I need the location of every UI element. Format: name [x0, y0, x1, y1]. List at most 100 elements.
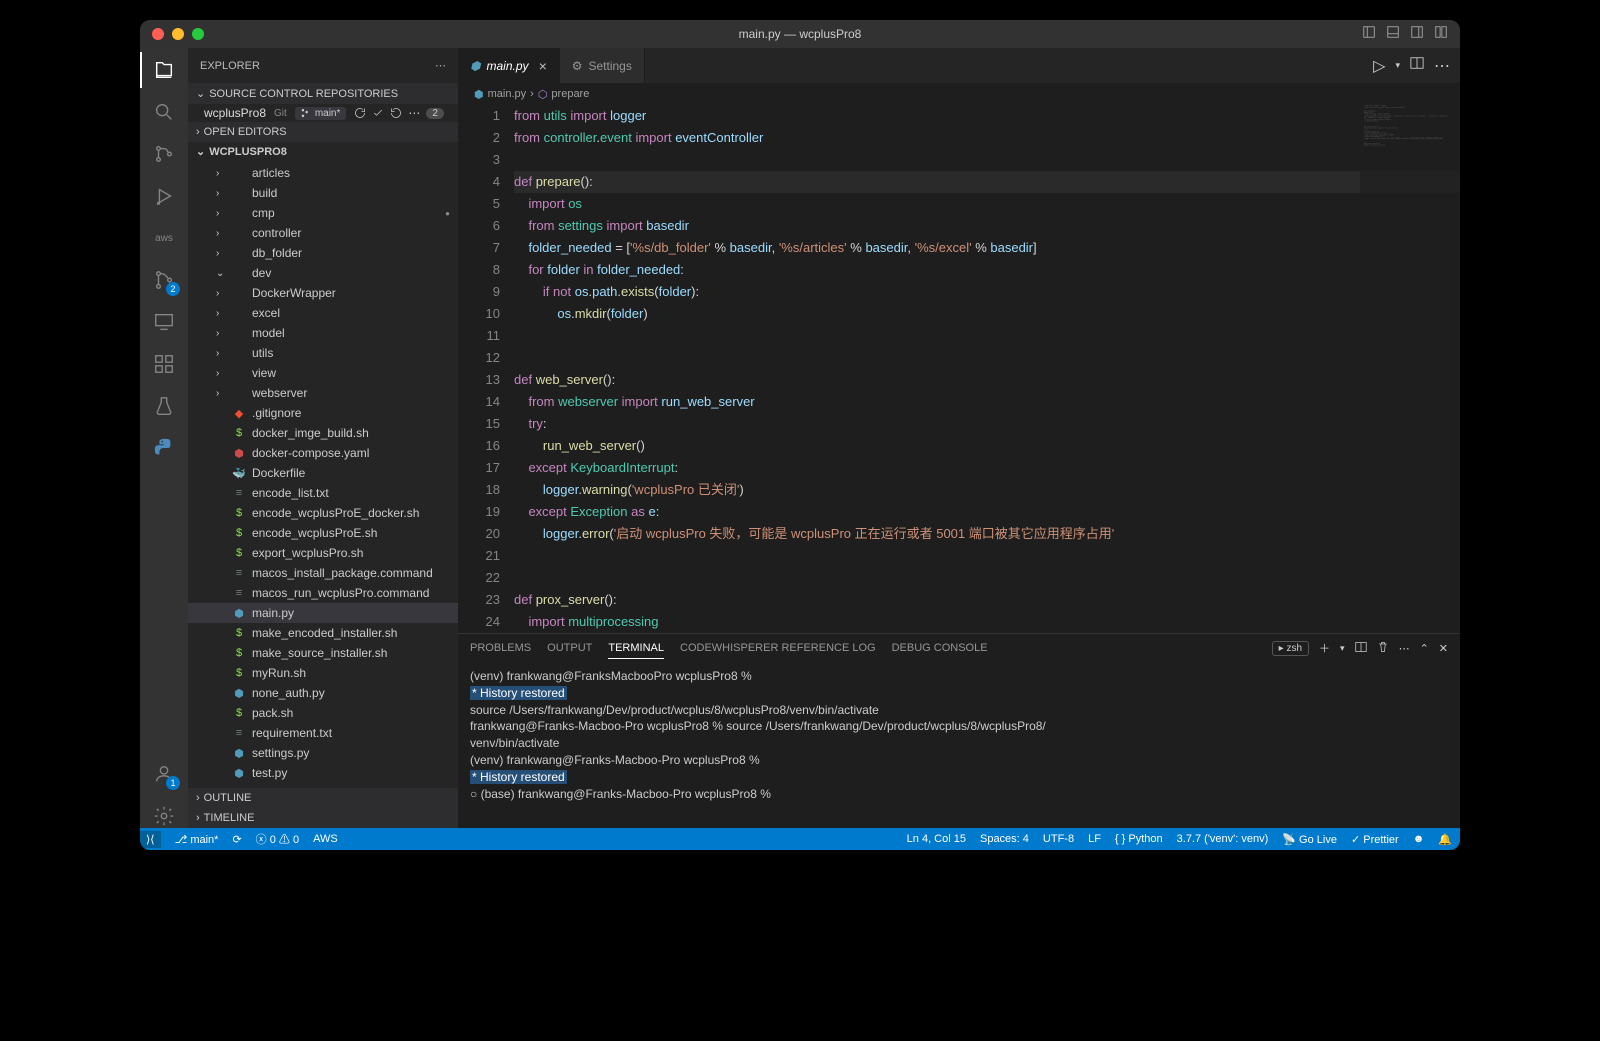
settings-gear-icon[interactable] [152, 804, 176, 828]
scm-branch-icon[interactable]: 2 [152, 268, 176, 292]
tree-item-make_source_installer-sh[interactable]: $make_source_installer.sh [188, 643, 458, 663]
aws-icon[interactable]: aws [152, 226, 176, 250]
tree-item-dev[interactable]: ⌄dev [188, 263, 458, 283]
tab-settings[interactable]: ⚙Settings [560, 48, 645, 83]
testing-icon[interactable] [152, 394, 176, 418]
extensions-icon[interactable] [152, 352, 176, 376]
open-editors-section[interactable]: › OPEN EDITORS [188, 122, 458, 142]
run-dropdown-icon[interactable]: ▾ [1395, 60, 1400, 71]
tree-item-make_encoded_installer-sh[interactable]: $make_encoded_installer.sh [188, 623, 458, 643]
panel-left-icon[interactable] [1362, 25, 1376, 44]
tree-item-encode_list-txt[interactable]: ≡encode_list.txt [188, 483, 458, 503]
tree-item-settings-py[interactable]: ⬢settings.py [188, 743, 458, 763]
project-section[interactable]: ⌄ WCPLUSPRO8 [188, 142, 458, 161]
tree-item-docker-compose-yaml[interactable]: ⬢docker-compose.yaml [188, 443, 458, 463]
panel-tab-debug-console[interactable]: DEBUG CONSOLE [892, 638, 988, 658]
aws-status[interactable]: AWS [313, 833, 338, 845]
tree-item-view[interactable]: ›view [188, 363, 458, 383]
remote-icon[interactable] [152, 310, 176, 334]
commit-icon[interactable] [372, 107, 384, 119]
tree-item-db_folder[interactable]: ›db_folder [188, 243, 458, 263]
run-debug-icon[interactable] [152, 184, 176, 208]
eol-status[interactable]: LF [1088, 833, 1101, 845]
panel-right-icon[interactable] [1410, 25, 1424, 44]
tree-item-export_wcplusPro-sh[interactable]: $export_wcplusPro.sh [188, 543, 458, 563]
maximize-panel-icon[interactable]: ⌃ [1420, 642, 1429, 655]
indent-status[interactable]: Spaces: 4 [980, 833, 1029, 845]
tree-item-macos_install_package-command[interactable]: ≡macos_install_package.command [188, 563, 458, 583]
tree-item-model[interactable]: ›model [188, 323, 458, 343]
outline-section[interactable]: › OUTLINE [188, 788, 458, 808]
tree-item-macos_run_wcplusPro-command[interactable]: ≡macos_run_wcplusPro.command [188, 583, 458, 603]
minimize-window[interactable] [172, 28, 184, 40]
split-terminal-icon[interactable] [1355, 641, 1367, 656]
refresh-icon[interactable] [390, 107, 402, 119]
python-status[interactable]: 3.7.7 ('venv': venv) [1177, 833, 1269, 845]
panel-tab-codewhisperer-reference-log[interactable]: CODEWHISPERER REFERENCE LOG [680, 638, 876, 658]
close-window[interactable] [152, 28, 164, 40]
sync-status[interactable]: ⟳ [232, 833, 241, 846]
source-control-icon[interactable] [152, 142, 176, 166]
maximize-window[interactable] [192, 28, 204, 40]
tree-item-Dockerfile[interactable]: 🐳Dockerfile [188, 463, 458, 483]
tree-item-pack-sh[interactable]: $pack.sh [188, 703, 458, 723]
tree-item--gitignore[interactable]: ◆.gitignore [188, 403, 458, 423]
panel-tab-terminal[interactable]: TERMINAL [608, 638, 664, 659]
bell-icon[interactable]: 🔔 [1438, 833, 1452, 846]
branch-tag[interactable]: main* [295, 107, 347, 120]
tree-item-build[interactable]: ›build [188, 183, 458, 203]
tree-item-main-py[interactable]: ⬢main.py [188, 603, 458, 623]
layout-icon[interactable] [1434, 25, 1448, 44]
split-editor-icon[interactable] [1410, 56, 1424, 75]
sync-icon[interactable] [354, 107, 366, 119]
tree-item-DockerWrapper[interactable]: ›DockerWrapper [188, 283, 458, 303]
timeline-section[interactable]: › TIMELINE [188, 808, 458, 828]
go-live-status[interactable]: 📡 Go Live [1282, 833, 1337, 846]
close-panel-icon[interactable]: ✕ [1439, 642, 1448, 655]
explorer-icon[interactable] [152, 58, 176, 82]
cursor-position[interactable]: Ln 4, Col 15 [907, 833, 966, 845]
tab-main-py[interactable]: ⬢main.py× [458, 48, 560, 83]
minimap[interactable]: from utils import loggerfrom controller.… [1360, 105, 1460, 633]
terminal-dropdown-icon[interactable]: ▾ [1340, 643, 1345, 654]
prettier-status[interactable]: ✓ Prettier [1351, 833, 1399, 846]
accounts-icon[interactable]: 1 [152, 762, 176, 786]
tree-item-encode_wcplusProE_docker-sh[interactable]: $encode_wcplusProE_docker.sh [188, 503, 458, 523]
editor[interactable]: 123456789101112131415161718192021222324 … [458, 105, 1460, 633]
tree-item-none_auth-py[interactable]: ⬢none_auth.py [188, 683, 458, 703]
tree-item-myRun-sh[interactable]: $myRun.sh [188, 663, 458, 683]
tree-item-controller[interactable]: ›controller [188, 223, 458, 243]
branch-status[interactable]: ⎇ main* [175, 833, 219, 846]
tree-item-requirement-txt[interactable]: ≡requirement.txt [188, 723, 458, 743]
kill-terminal-icon[interactable] [1377, 641, 1389, 656]
remote-button[interactable]: ⟩⟨ [140, 831, 161, 848]
new-terminal-icon[interactable]: ＋ [1319, 640, 1330, 656]
language-status[interactable]: { } Python [1115, 833, 1163, 845]
panel-bottom-icon[interactable] [1386, 25, 1400, 44]
more-editor-icon[interactable]: ⋯ [1434, 56, 1450, 76]
more-icon[interactable]: ⋯ [408, 106, 420, 120]
breadcrumb[interactable]: ⬢ main.py › ⬡ prepare [458, 83, 1460, 105]
traffic-lights[interactable] [152, 28, 204, 40]
close-tab-icon[interactable]: × [539, 58, 547, 74]
tree-item-encode_wcplusProE-sh[interactable]: $encode_wcplusProE.sh [188, 523, 458, 543]
tree-item-test-py[interactable]: ⬢test.py [188, 763, 458, 783]
tree-item-excel[interactable]: ›excel [188, 303, 458, 323]
encoding-status[interactable]: UTF-8 [1043, 833, 1074, 845]
terminal-profile[interactable]: ▸ zsh [1272, 641, 1309, 656]
run-icon[interactable]: ▷ [1373, 56, 1385, 76]
tree-item-utils[interactable]: ›utils [188, 343, 458, 363]
scm-repo-row[interactable]: wcplusPro8 Git main* ⋯ 2 [188, 104, 458, 122]
terminal[interactable]: (venv) frankwang@FranksMacbooPro wcplusP… [458, 662, 1460, 828]
search-icon[interactable] [152, 100, 176, 124]
tree-item-articles[interactable]: ›articles [188, 163, 458, 183]
more-actions-icon[interactable]: ⋯ [435, 59, 446, 72]
tree-item-cmp[interactable]: ›cmp● [188, 203, 458, 223]
panel-tab-problems[interactable]: PROBLEMS [470, 638, 531, 658]
tree-item-docker_imge_build-sh[interactable]: $docker_imge_build.sh [188, 423, 458, 443]
panel-tab-output[interactable]: OUTPUT [547, 638, 592, 658]
python-icon[interactable] [152, 436, 176, 460]
problems-status[interactable]: ⓧ 0 ⚠ 0 [256, 831, 299, 847]
scm-section[interactable]: ⌄ SOURCE CONTROL REPOSITORIES [188, 83, 458, 104]
file-tree[interactable]: ›articles›build›cmp●›controller›db_folde… [188, 161, 458, 788]
